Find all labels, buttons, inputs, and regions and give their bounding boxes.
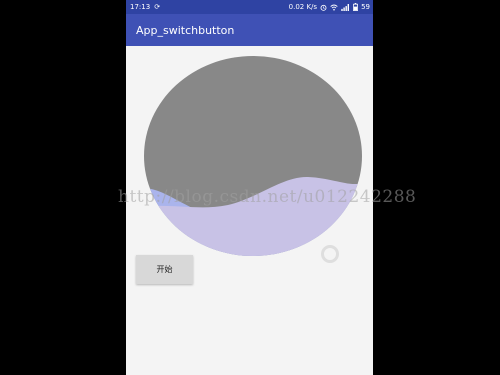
alarm-icon <box>320 4 327 11</box>
watermark-text: http://blog.csdn.net/u012242288 <box>118 187 417 207</box>
network-speed: 0.02 K/s <box>288 3 318 11</box>
wave-progress-view <box>144 56 362 256</box>
ring-icon <box>321 245 339 263</box>
signal-icon <box>341 3 350 11</box>
status-icons: 0.02 K/s 59 <box>289 3 370 11</box>
status-time: 17:13 <box>130 3 151 11</box>
battery-icon <box>353 3 358 11</box>
sync-icon: ⟳ <box>154 3 161 11</box>
app-bar: App_switchbutton <box>126 14 373 46</box>
battery-level: 59 <box>361 3 370 11</box>
wifi-icon <box>330 4 338 10</box>
status-bar: 17:13 ⟳ 0.02 K/s 59 <box>126 0 373 14</box>
app-title: App_switchbutton <box>136 23 235 37</box>
start-button[interactable]: 开始 <box>136 255 193 284</box>
